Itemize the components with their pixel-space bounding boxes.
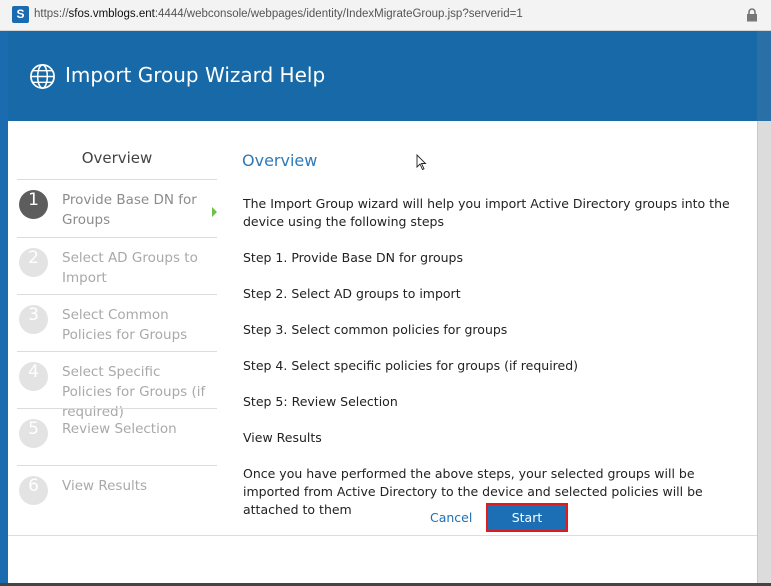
step-item-6[interactable]: 6 View Results bbox=[17, 465, 217, 522]
step3-text: Step 3. Select common policies for group… bbox=[243, 322, 508, 337]
step-number: 2 bbox=[19, 248, 48, 277]
step-label: View Results bbox=[62, 478, 148, 494]
step2-text: Step 2. Select AD groups to import bbox=[243, 286, 461, 301]
step5-text: Step 5: Review Selection bbox=[243, 394, 398, 409]
intro-text: The Import Group wizard will help you im… bbox=[243, 196, 730, 229]
lock-icon bbox=[747, 8, 757, 22]
step-item-3[interactable]: 3 Select Common Policies for Groups bbox=[17, 294, 217, 351]
step1-text: Step 1. Provide Base DN for groups bbox=[243, 250, 463, 265]
window-border-right-top bbox=[757, 31, 771, 121]
wizard-header: Import Group Wizard Help bbox=[8, 31, 757, 121]
url-text[interactable]: https://sfos.vmblogs.ent:4444/webconsole… bbox=[34, 8, 523, 20]
globe-icon bbox=[30, 64, 55, 89]
step-item-2[interactable]: 2 Select AD Groups to Import bbox=[17, 237, 217, 294]
step-number: 5 bbox=[19, 419, 48, 448]
step-item-4[interactable]: 4 Select Specific Policies for Groups (i… bbox=[17, 351, 217, 420]
content-title: Overview bbox=[242, 151, 318, 170]
active-step-arrow-icon bbox=[212, 207, 217, 217]
step-number: 1 bbox=[19, 190, 48, 219]
address-bar[interactable]: S https://sfos.vmblogs.ent:4444/webconso… bbox=[0, 0, 771, 31]
step-item-5[interactable]: 5 Review Selection bbox=[17, 408, 217, 465]
view-results-text: View Results bbox=[243, 430, 322, 445]
step-number: 6 bbox=[19, 476, 48, 505]
url-host: sfos.vmblogs.ent bbox=[68, 8, 155, 20]
step-item-1[interactable]: 1 Provide Base DN for Groups bbox=[17, 179, 217, 236]
step-label: Select Common Policies for Groups bbox=[62, 307, 188, 343]
step-label: Select AD Groups to Import bbox=[62, 250, 198, 286]
url-path: :4444/webconsole/webpages/identity/Index… bbox=[154, 8, 523, 20]
window-border-left bbox=[0, 31, 8, 586]
step-number: 4 bbox=[19, 362, 48, 391]
step-number: 3 bbox=[19, 305, 48, 334]
cancel-button[interactable]: Cancel bbox=[430, 510, 472, 525]
mouse-cursor-icon bbox=[416, 154, 427, 171]
site-favicon-icon: S bbox=[12, 6, 29, 23]
step4-text: Step 4. Select specific policies for gro… bbox=[243, 358, 579, 373]
wizard-title: Import Group Wizard Help bbox=[65, 63, 326, 87]
start-button[interactable]: Start bbox=[486, 503, 568, 532]
step-label: Review Selection bbox=[62, 421, 177, 437]
step-label: Provide Base DN for Groups bbox=[62, 192, 197, 228]
url-prefix: https:// bbox=[34, 8, 69, 20]
footer-divider bbox=[8, 535, 757, 536]
sidebar-title: Overview bbox=[81, 149, 153, 167]
